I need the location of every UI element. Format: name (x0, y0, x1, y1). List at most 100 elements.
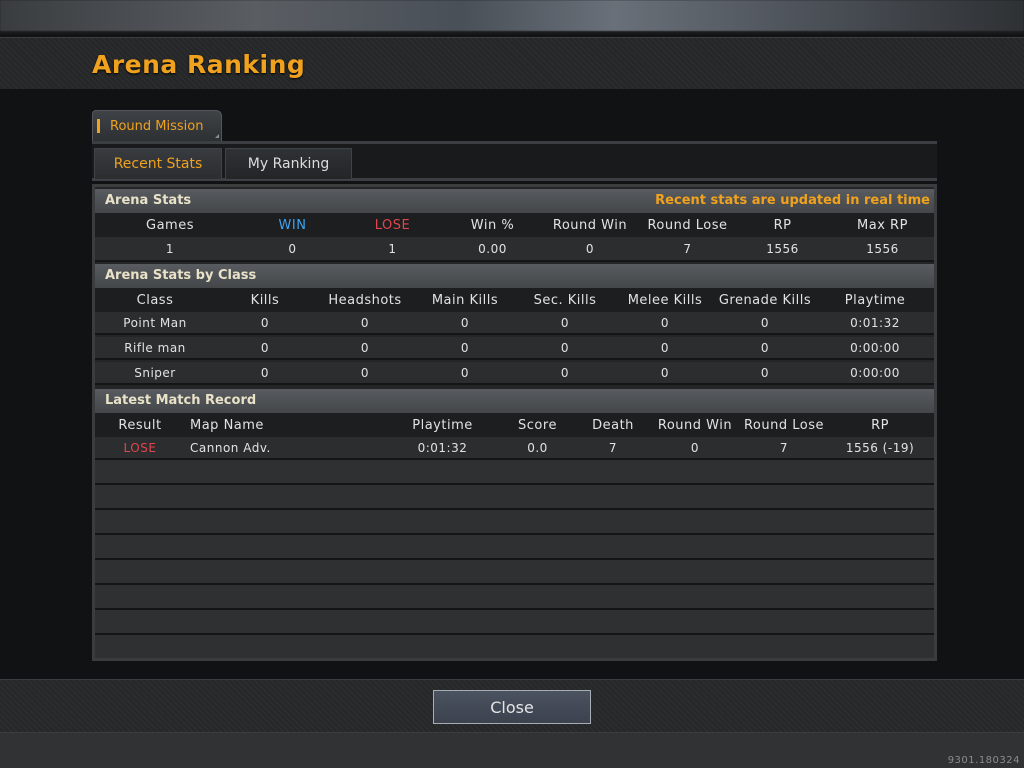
kills-value: 0 (260, 315, 270, 330)
col-map-name: Map Name (190, 417, 264, 433)
headshots-value: 0 (360, 365, 370, 380)
tab-round-mission[interactable]: Round Mission (92, 110, 222, 141)
grenade-kills-value: 0 (760, 315, 770, 330)
col-win: WIN (278, 217, 307, 233)
sec-kills-value: 0 (560, 340, 570, 355)
col-headshots: Headshots (328, 292, 402, 308)
empty-row (95, 460, 934, 485)
class-name: Sniper (134, 365, 176, 380)
main-kills-value: 0 (460, 315, 470, 330)
col-max-rp: Max RP (857, 217, 908, 233)
kills-value: 0 (260, 340, 270, 355)
empty-row (95, 510, 934, 535)
empty-row (95, 485, 934, 510)
match-record-header: Result Map Name Playtime Score Death Rou… (95, 413, 934, 437)
col-win-pct: Win % (470, 217, 515, 233)
section-class-stats-title: Arena Stats by Class (105, 268, 257, 283)
section-match-record-title: Latest Match Record (105, 393, 257, 408)
col-playtime: Playtime (412, 417, 473, 433)
death-value: 7 (608, 440, 618, 455)
col-class: Class (136, 292, 174, 308)
round-lose-value: 7 (683, 241, 692, 256)
col-rp: RP (773, 217, 792, 233)
class-name: Rifle man (124, 340, 186, 355)
grenade-kills-value: 0 (760, 365, 770, 380)
col-result: Result (118, 417, 162, 433)
headshots-value: 0 (360, 340, 370, 355)
subtab-bar: Recent Stats My Ranking (92, 144, 937, 181)
col-playtime: Playtime (844, 292, 906, 308)
bottom-bar: 9301.180324 (0, 733, 1024, 768)
empty-row (95, 535, 934, 560)
col-sec-kills: Sec. Kills (533, 292, 597, 308)
playtime-value: 0:00:00 (850, 365, 900, 380)
col-death: Death (592, 417, 634, 433)
rp-value: 1556 (766, 241, 799, 256)
close-button[interactable]: Close (433, 690, 591, 724)
empty-row (95, 560, 934, 585)
empty-row (95, 635, 934, 658)
col-round-win: Round Win (552, 217, 628, 233)
col-lose: LOSE (374, 217, 411, 233)
tab-marker-icon (97, 119, 100, 133)
result-badge: LOSE (123, 440, 157, 455)
col-rp: RP (871, 417, 889, 433)
col-kills: Kills (250, 292, 280, 308)
col-main-kills: Main Kills (431, 292, 499, 308)
page-title: Arena Ranking (92, 50, 306, 79)
tab-my-ranking[interactable]: My Ranking (225, 148, 352, 180)
max-rp-value: 1556 (866, 241, 899, 256)
main-kills-value: 0 (460, 340, 470, 355)
class-name: Point Man (123, 315, 187, 330)
sec-kills-value: 0 (560, 315, 570, 330)
score-value: 0.0 (527, 440, 548, 455)
round-lose-value: 7 (779, 440, 789, 455)
tab-round-mission-label: Round Mission (110, 118, 204, 134)
lose-value: 1 (388, 241, 397, 256)
empty-row (95, 585, 934, 610)
main-kills-value: 0 (460, 365, 470, 380)
section-match-record: Latest Match Record (95, 389, 934, 413)
headshots-value: 0 (360, 315, 370, 330)
melee-kills-value: 0 (660, 365, 670, 380)
col-round-lose: Round Lose (647, 217, 728, 233)
col-games: Games (146, 217, 194, 233)
grenade-kills-value: 0 (760, 340, 770, 355)
build-id: 9301.180324 (947, 755, 1020, 766)
melee-kills-value: 0 (660, 340, 670, 355)
table-row[interactable]: LOSE Cannon Adv. 0:01:32 0.0 7 0 7 1556 … (95, 437, 934, 460)
games-value: 1 (165, 241, 175, 256)
corner-icon (215, 134, 219, 138)
table-row: Rifle man 0 0 0 0 0 0 0:00:00 (95, 337, 934, 360)
melee-kills-value: 0 (660, 315, 670, 330)
playtime-value: 0:01:32 (850, 315, 900, 330)
background-strip (0, 0, 1024, 34)
rp-value: 1556 (-19) (845, 440, 915, 455)
round-win-value: 0 (585, 241, 595, 256)
playtime-value: 0:00:00 (850, 340, 900, 355)
tab-recent-stats[interactable]: Recent Stats (94, 148, 222, 180)
sec-kills-value: 0 (560, 365, 570, 380)
section-arena-stats-title: Arena Stats (105, 193, 192, 208)
map-name-value: Cannon Adv. (190, 440, 271, 455)
win-pct-value: 0.00 (478, 241, 507, 256)
stats-panel: Arena Stats Recent stats are updated in … (92, 184, 937, 661)
section-arena-stats: Arena Stats Recent stats are updated in … (95, 189, 934, 213)
win-value: 0 (288, 241, 297, 256)
playtime-value: 0:01:32 (417, 440, 468, 455)
col-score: Score (518, 417, 557, 433)
col-round-win: Round Win (657, 417, 733, 433)
round-win-value: 0 (690, 440, 700, 455)
col-grenade-kills: Grenade Kills (718, 292, 812, 308)
section-class-stats: Arena Stats by Class (95, 264, 934, 288)
table-row: Point Man 0 0 0 0 0 0 0:01:32 (95, 312, 934, 335)
col-round-lose: Round Lose (743, 417, 824, 433)
table-row: Sniper 0 0 0 0 0 0 0:00:00 (95, 362, 934, 385)
realtime-note: Recent stats are updated in real time (655, 193, 930, 208)
arena-stats-header: Games WIN LOSE Win % Round Win Round Los… (95, 213, 934, 237)
class-stats-header: Class Kills Headshots Main Kills Sec. Ki… (95, 288, 934, 312)
empty-row (95, 610, 934, 635)
col-melee-kills: Melee Kills (627, 292, 703, 308)
arena-stats-row: 1 0 1 0.00 0 7 1556 1556 (95, 237, 934, 262)
kills-value: 0 (260, 365, 270, 380)
